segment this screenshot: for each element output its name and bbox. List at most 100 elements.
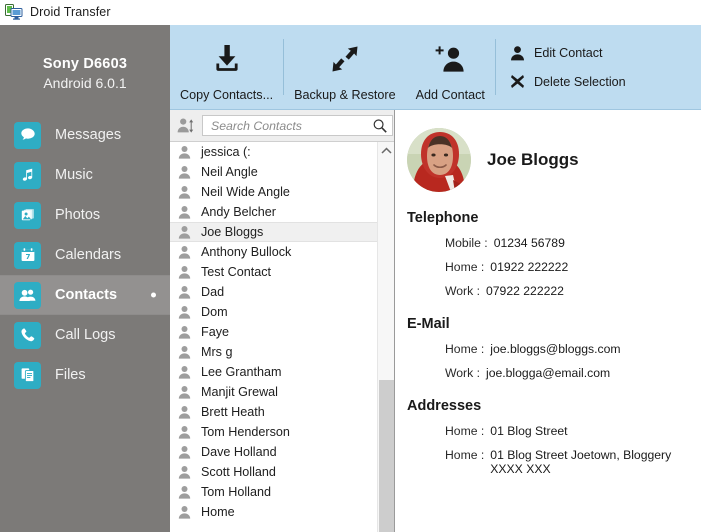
list-item[interactable]: Joe Bloggs: [170, 222, 377, 242]
scrollbar-thumb[interactable]: [379, 380, 394, 532]
list-item[interactable]: Mrs g: [170, 342, 377, 362]
contacts-scrollbar[interactable]: [377, 142, 394, 532]
sidebar-item-label: Calendars: [55, 247, 122, 263]
detail-field-row: Work : 07922 222222: [407, 284, 701, 298]
person-icon: [508, 43, 527, 62]
toolbar: Copy Contacts... Backup & Restore Add Co…: [170, 25, 701, 110]
list-item[interactable]: Manjit Grewal: [170, 382, 377, 402]
contact-avatar-icon: [178, 145, 191, 159]
device-name: Sony D6603: [42, 55, 128, 72]
contact-name-label: Scott Holland: [201, 465, 276, 479]
list-item[interactable]: Neil Wide Angle: [170, 182, 377, 202]
section-title: E-Mail: [407, 316, 450, 332]
scroll-up-button[interactable]: [378, 142, 394, 159]
sidebar-item-calendars[interactable]: 7 Calendars: [0, 235, 170, 275]
sidebar-item-messages[interactable]: Messages: [0, 115, 170, 155]
list-item[interactable]: Dave Holland: [170, 442, 377, 462]
sidebar-nav: Messages Music Photos 7 Calendars Contac…: [0, 115, 170, 395]
list-item[interactable]: Tom Holland: [170, 482, 377, 502]
sidebar-item-photos[interactable]: Photos: [0, 195, 170, 235]
contact-header: Joe Bloggs: [396, 110, 701, 192]
list-item[interactable]: Test Contact: [170, 262, 377, 282]
list-item[interactable]: Dad: [170, 282, 377, 302]
list-item[interactable]: Faye: [170, 322, 377, 342]
device-os-version: Android 6.0.1: [43, 74, 127, 91]
search-icon[interactable]: [372, 118, 388, 134]
search-input[interactable]: [211, 118, 372, 133]
detail-section: Telephone Mobile : 01234 56789 Home : 01922 …: [396, 210, 701, 298]
contact-avatar-icon: [178, 465, 191, 479]
contact-name-label: Brett Heath: [201, 405, 265, 419]
delete-selection-label: Delete Selection: [533, 74, 626, 89]
field-value: joe.bloggs@bloggs.com: [490, 342, 621, 356]
detail-field-row: Home : 01922 222222: [407, 260, 701, 274]
list-item[interactable]: Scott Holland: [170, 462, 377, 482]
add-person-icon: [433, 25, 467, 85]
list-item[interactable]: Home: [170, 502, 377, 522]
files-icon: [14, 361, 41, 389]
search-field[interactable]: [202, 115, 393, 136]
contact-name-label: Tom Holland: [201, 485, 271, 499]
sidebar-item-call-logs[interactable]: Call Logs: [0, 315, 170, 355]
contact-avatar-icon: [178, 165, 191, 179]
contact-name-label: Dave Holland: [201, 445, 277, 459]
list-item[interactable]: jessica (:: [170, 142, 377, 162]
backup-restore-button[interactable]: Backup & Restore: [284, 25, 406, 109]
contact-avatar-icon: [178, 425, 191, 439]
contact-sections: Telephone Mobile : 01234 56789 Home : 01922 …: [396, 210, 701, 476]
sidebar-item-label: Files: [55, 367, 86, 383]
detail-field-row: Home : 01 Blog Street: [407, 424, 701, 438]
contact-name-label: Dom: [201, 305, 228, 319]
sidebar-item-files[interactable]: Files: [0, 355, 170, 395]
edit-contact-button[interactable]: Edit Contact: [508, 38, 626, 67]
contacts-list: jessica (: Neil Angle Neil Wide Angle Andy …: [170, 142, 377, 522]
toolbar-actions: Edit Contact Delete Selection: [496, 25, 626, 109]
device-info: Sony D6603 Android 6.0.1: [0, 25, 170, 115]
contact-name-label: Tom Henderson: [201, 425, 290, 439]
list-item[interactable]: Anthony Bullock: [170, 242, 377, 262]
contact-avatar-icon: [178, 385, 191, 399]
sidebar-item-music[interactable]: Music: [0, 155, 170, 195]
list-item[interactable]: Tom Henderson: [170, 422, 377, 442]
photos-icon: [14, 201, 41, 229]
list-item[interactable]: Andy Belcher: [170, 202, 377, 222]
list-item[interactable]: Neil Angle: [170, 162, 377, 182]
field-value: joe.blogga@email.com: [486, 366, 611, 380]
contacts-list-panel: jessica (: Neil Angle Neil Wide Angle Andy …: [170, 110, 395, 532]
copy-contacts-label: Copy Contacts...: [180, 88, 274, 102]
detail-field-row: Home : joe.bloggs@bloggs.com: [407, 342, 701, 356]
contact-name: Joe Bloggs: [487, 150, 579, 169]
sidebar-item-contacts[interactable]: Contacts: [0, 275, 170, 315]
contact-avatar-icon: [178, 485, 191, 499]
field-value: 01922 222222: [490, 260, 569, 274]
copy-contacts-button[interactable]: Copy Contacts...: [170, 25, 283, 109]
delete-selection-button[interactable]: Delete Selection: [508, 67, 626, 96]
chevron-up-icon: [381, 147, 392, 154]
droid-transfer-icon: [5, 4, 23, 20]
contact-name-label: jessica (:: [201, 145, 251, 159]
detail-field-row: Home : 01 Blog Street Joetown, Bloggery XX…: [407, 448, 701, 476]
sidebar-item-label: Messages: [55, 127, 122, 143]
list-item[interactable]: Brett Heath: [170, 402, 377, 422]
contact-avatar-icon: [178, 245, 191, 259]
contact-name-label: Test Contact: [201, 265, 271, 279]
contact-name-label: Joe Bloggs: [201, 225, 264, 239]
avatar: [407, 128, 471, 192]
contact-name-label: Mrs g: [201, 345, 233, 359]
detail-section: Addresses Home : 01 Blog Street Home : 01 Bl…: [396, 398, 701, 476]
contact-avatar-icon: [178, 325, 191, 339]
sort-people-icon[interactable]: [176, 116, 196, 136]
calendar-icon: 7: [14, 241, 41, 269]
section-title: Telephone: [407, 210, 479, 226]
contact-avatar-icon: [178, 225, 191, 239]
list-item[interactable]: Lee Grantham: [170, 362, 377, 382]
edit-contact-label: Edit Contact: [533, 45, 603, 60]
contact-avatar-icon: [178, 365, 191, 379]
contact-avatar-icon: [178, 305, 191, 319]
field-label: Home :: [445, 424, 485, 438]
sidebar-item-label: Music: [55, 167, 93, 183]
x-cross-icon: [508, 72, 527, 91]
list-item[interactable]: Dom: [170, 302, 377, 322]
contact-name-label: Andy Belcher: [201, 205, 276, 219]
add-contact-button[interactable]: Add Contact: [406, 25, 495, 109]
